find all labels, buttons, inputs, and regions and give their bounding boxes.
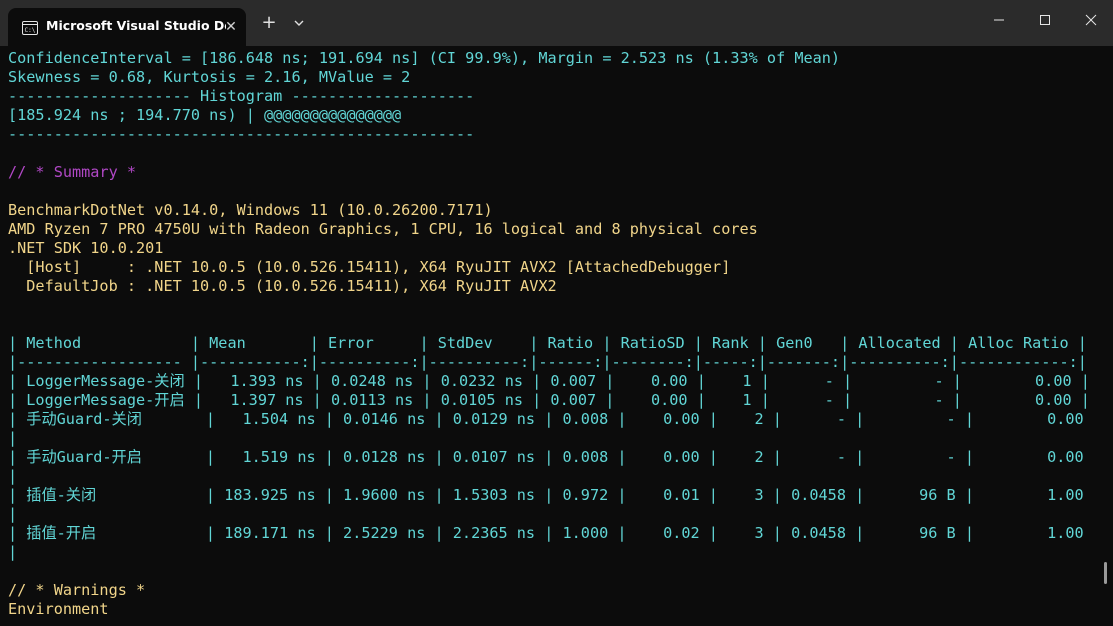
terminal-line: // * Warnings * [8,581,146,599]
table-row: | 手动Guard-关闭 | 1.504 ns | 0.0146 ns | 0.… [8,410,1084,428]
close-window-icon[interactable] [1067,0,1113,40]
table-row-wrap: | [8,505,18,523]
table-row: | 插值-开启 | 189.171 ns | 2.5229 ns | 2.236… [8,524,1084,542]
terminal-line: [185.924 ns ; 194.770 ns) | @@@@@@@@@@@@… [8,106,402,124]
maximize-icon[interactable] [1021,0,1067,40]
close-icon[interactable]: ✕ [221,17,241,37]
terminal-line: Skewness = 0.68, Kurtosis = 2.16, MValue… [8,68,411,86]
table-row-wrap: | [8,543,18,561]
table-separator: |------------------ |-----------:|------… [8,353,1087,371]
terminal-icon: C:\ [22,20,38,35]
terminal-line: BenchmarkDotNet v0.14.0, Windows 11 (10.… [8,201,493,219]
terminal-line: Environment [8,600,109,618]
svg-text:C:\: C:\ [25,27,36,34]
terminal-line: DefaultJob : .NET 10.0.5 (10.0.526.15411… [8,277,557,295]
terminal-line: AMD Ryzen 7 PRO 4750U with Radeon Graphi… [8,220,758,238]
terminal-line: [Host] : .NET 10.0.5 (10.0.526.15411), X… [8,258,731,276]
terminal-line: -------------------- Histogram ---------… [8,87,475,105]
table-row: | 插值-关闭 | 183.925 ns | 1.9600 ns | 1.530… [8,486,1084,504]
table-row: | LoggerMessage-关闭 | 1.393 ns | 0.0248 n… [8,372,1090,390]
table-row: | 手动Guard-开启 | 1.519 ns | 0.0128 ns | 0.… [8,448,1084,466]
terminal-line: ConfidenceInterval = [186.648 ns; 191.69… [8,49,841,67]
minimize-icon[interactable] [975,0,1021,40]
table-row-wrap: | [8,467,18,485]
chevron-down-icon[interactable] [290,12,308,34]
terminal-line: // * Summary * [8,163,137,181]
terminal-output[interactable]: ConfidenceInterval = [186.648 ns; 191.69… [8,49,1103,626]
plus-icon[interactable]: + [258,12,280,34]
tab-title: Microsoft Visual Studio Debug [46,18,226,33]
table-row-wrap: | [8,429,18,447]
terminal-tab[interactable]: C:\ Microsoft Visual Studio Debug ✕ [8,8,246,46]
title-bar: C:\ Microsoft Visual Studio Debug ✕ + [0,0,1113,46]
terminal-line: ----------------------------------------… [8,125,475,143]
scrollbar[interactable] [1104,562,1107,584]
terminal-line: .NET SDK 10.0.201 [8,239,164,257]
table-header: | Method | Mean | Error | StdDev | Ratio… [8,334,1087,352]
table-row: | LoggerMessage-开启 | 1.397 ns | 0.0113 n… [8,391,1090,409]
